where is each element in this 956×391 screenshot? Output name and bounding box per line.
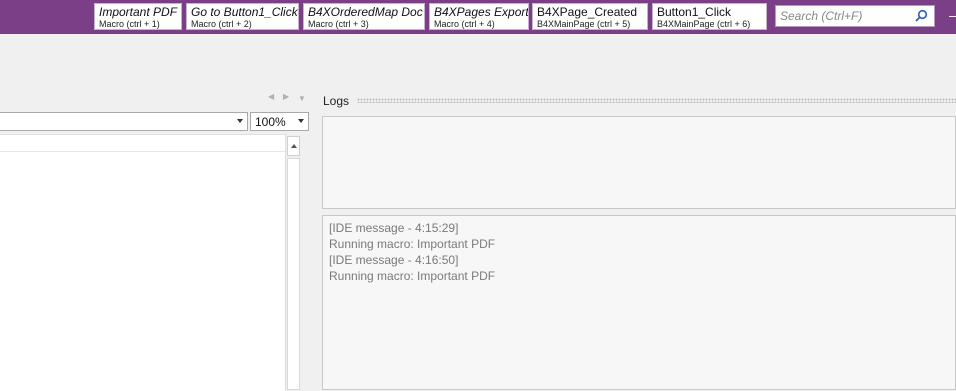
logs-title: Logs: [323, 94, 350, 108]
macro-button-6[interactable]: Button1_Click B4XMainPage (ctrl + 6): [652, 3, 767, 30]
panel-splitter[interactable]: [311, 88, 319, 390]
log-line: [IDE message - 4:15:29]: [329, 221, 459, 235]
tab-prev-icon[interactable]: ◀: [268, 92, 274, 101]
scrollbar-track[interactable]: [287, 158, 300, 390]
module-selector[interactable]: [0, 112, 248, 131]
macro-title: Important PDF: [99, 5, 178, 19]
search-icon[interactable]: [914, 9, 928, 23]
log-line: Running macro: Important PDF: [329, 237, 496, 251]
macro-shortcut: Macro (ctrl + 4): [434, 19, 495, 29]
log-line: [IDE message - 4:16:50]: [329, 253, 459, 267]
editor-scrollbar[interactable]: [285, 134, 302, 390]
macro-title: B4XPage_Created: [537, 5, 638, 19]
tab-list-icon[interactable]: ▼: [298, 94, 306, 103]
code-editor[interactable]: [0, 134, 285, 391]
chevron-down-icon: [298, 119, 304, 123]
macro-shortcut: Macro (ctrl + 2): [191, 19, 252, 29]
log-line: Running macro: Important PDF: [329, 269, 496, 283]
search-box[interactable]: [775, 5, 935, 27]
search-input[interactable]: [780, 8, 908, 24]
macro-toolbar: Important PDF Macro (ctrl + 1) Go to But…: [0, 0, 956, 34]
macro-shortcut: B4XMainPage (ctrl + 6): [657, 19, 751, 29]
tab-next-icon[interactable]: ▶: [283, 92, 289, 101]
macro-shortcut: Macro (ctrl + 3): [308, 19, 369, 29]
editor-line-divider: [0, 151, 285, 152]
macro-button-2[interactable]: Go to Button1_Click Macro (ctrl + 2): [186, 3, 299, 30]
macro-title: Go to Button1_Click: [191, 5, 298, 19]
macro-button-1[interactable]: Important PDF Macro (ctrl + 1): [94, 3, 182, 30]
logs-output[interactable]: [IDE message - 4:15:29] Running macro: I…: [322, 215, 956, 390]
macro-title: B4XPages Export: [434, 5, 529, 19]
macro-shortcut: B4XMainPage (ctrl + 5): [537, 19, 631, 29]
logs-filter-area[interactable]: [322, 116, 956, 209]
macro-button-4[interactable]: B4XPages Export Macro (ctrl + 4): [429, 3, 529, 30]
logs-drag-grip[interactable]: [357, 98, 956, 103]
macro-title: B4XOrderedMap Doc: [308, 5, 423, 19]
zoom-value: 100%: [255, 115, 286, 129]
macro-title: Button1_Click: [657, 5, 732, 19]
chevron-down-icon: [237, 119, 243, 123]
tab-nav-arrows[interactable]: ◀ ▶ ▼: [265, 92, 310, 104]
macro-shortcut: Macro (ctrl + 1): [99, 19, 160, 29]
toolbar-area: [0, 34, 956, 88]
macro-button-3[interactable]: B4XOrderedMap Doc Macro (ctrl + 3): [303, 3, 425, 30]
zoom-selector[interactable]: 100%: [250, 112, 309, 131]
scroll-up-button[interactable]: [287, 136, 300, 156]
macro-button-5[interactable]: B4XPage_Created B4XMainPage (ctrl + 5): [532, 3, 648, 30]
extra-toolbar-button[interactable]: –: [949, 8, 956, 23]
